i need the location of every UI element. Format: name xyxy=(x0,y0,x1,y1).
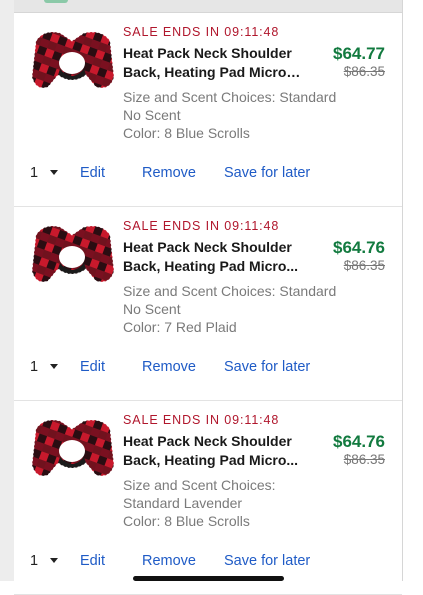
save-for-later-button[interactable]: Save for later xyxy=(224,165,310,181)
product-title-line1[interactable]: Heat Pack Neck Shoulder xyxy=(123,432,308,451)
attribute-color: Color: 7 Red Plaid xyxy=(123,319,237,335)
item-actions: 1 Edit Remove Save for later xyxy=(14,165,402,185)
quantity-value[interactable]: 1 xyxy=(30,359,38,375)
save-for-later-button[interactable]: Save for later xyxy=(224,553,310,569)
remove-button[interactable]: Remove xyxy=(142,359,196,375)
quantity-select[interactable]: 1 xyxy=(30,165,59,181)
previous-item-edge xyxy=(14,0,402,13)
caret-down-icon[interactable] xyxy=(50,558,59,563)
remove-button[interactable]: Remove xyxy=(142,553,196,569)
attribute-size-scent: Size and Scent Choices: Standard xyxy=(123,283,337,299)
product-title[interactable]: Heat Pack Neck Shoulder Back, Heating Pa… xyxy=(123,432,308,470)
attribute-scent-value: No Scent xyxy=(123,301,181,317)
product-title[interactable]: Heat Pack Neck Shoulder Back, Heating Pa… xyxy=(123,238,308,276)
product-title-line2[interactable]: Back, Heating Pad Microw... xyxy=(123,63,308,82)
item-price: $64.76 xyxy=(333,238,385,257)
cart-item: SALE ENDS IN 09:11:48 Heat Pack Neck Sho… xyxy=(14,13,402,207)
original-price: $86.35 xyxy=(343,258,385,273)
original-price: $86.35 xyxy=(343,64,385,79)
previous-item-thumb-edge xyxy=(44,0,68,3)
item-attributes: Size and Scent Choices: Standard No Scen… xyxy=(123,88,363,142)
item-price: $64.77 xyxy=(333,44,385,63)
item-attributes: Size and Scent Choices: Standard No Scen… xyxy=(123,282,363,336)
remove-button[interactable]: Remove xyxy=(142,165,196,181)
quantity-value[interactable]: 1 xyxy=(30,165,38,181)
caret-down-icon[interactable] xyxy=(50,364,59,369)
quantity-select[interactable]: 1 xyxy=(30,553,59,569)
save-for-later-button[interactable]: Save for later xyxy=(224,359,310,375)
page-background-right xyxy=(403,0,423,581)
product-thumbnail[interactable] xyxy=(30,219,115,304)
attribute-size-scent: Size and Scent Choices: xyxy=(123,477,276,493)
caret-down-icon[interactable] xyxy=(50,170,59,175)
product-title-line2[interactable]: Back, Heating Pad Micro... xyxy=(123,257,308,276)
cart-item-list: SALE ENDS IN 09:11:48 Heat Pack Neck Sho… xyxy=(14,13,402,595)
item-actions: 1 Edit Remove Save for later xyxy=(14,553,402,573)
item-actions: 1 Edit Remove Save for later xyxy=(14,359,402,379)
attribute-color: Color: 8 Blue Scrolls xyxy=(123,125,250,141)
sale-countdown: SALE ENDS IN 09:11:48 xyxy=(123,413,280,427)
attribute-scent-value: Standard Lavender xyxy=(123,495,243,511)
attribute-size-scent: Size and Scent Choices: Standard xyxy=(123,89,337,105)
home-indicator[interactable] xyxy=(133,576,284,581)
quantity-select[interactable]: 1 xyxy=(30,359,59,375)
quantity-value[interactable]: 1 xyxy=(30,553,38,569)
sale-countdown: SALE ENDS IN 09:11:48 xyxy=(123,25,280,39)
product-title-line1[interactable]: Heat Pack Neck Shoulder xyxy=(123,238,308,257)
cart-item: SALE ENDS IN 09:11:48 Heat Pack Neck Sho… xyxy=(14,207,402,401)
product-title-line1[interactable]: Heat Pack Neck Shoulder xyxy=(123,44,308,63)
edit-button[interactable]: Edit xyxy=(80,359,105,375)
attribute-scent-value: No Scent xyxy=(123,107,181,123)
cart-item: SALE ENDS IN 09:11:48 Heat Pack Neck Sho… xyxy=(14,401,402,595)
sale-countdown: SALE ENDS IN 09:11:48 xyxy=(123,219,280,233)
product-thumbnail[interactable] xyxy=(30,413,115,498)
edit-button[interactable]: Edit xyxy=(80,553,105,569)
page-background-left xyxy=(0,0,14,581)
product-title[interactable]: Heat Pack Neck Shoulder Back, Heating Pa… xyxy=(123,44,308,82)
item-attributes: Size and Scent Choices: Standard Lavende… xyxy=(123,476,363,530)
edit-button[interactable]: Edit xyxy=(80,165,105,181)
attribute-color: Color: 8 Blue Scrolls xyxy=(123,513,250,529)
product-title-line2[interactable]: Back, Heating Pad Micro... xyxy=(123,451,308,470)
original-price: $86.35 xyxy=(343,452,385,467)
item-price: $64.76 xyxy=(333,432,385,451)
product-thumbnail[interactable] xyxy=(30,25,115,110)
